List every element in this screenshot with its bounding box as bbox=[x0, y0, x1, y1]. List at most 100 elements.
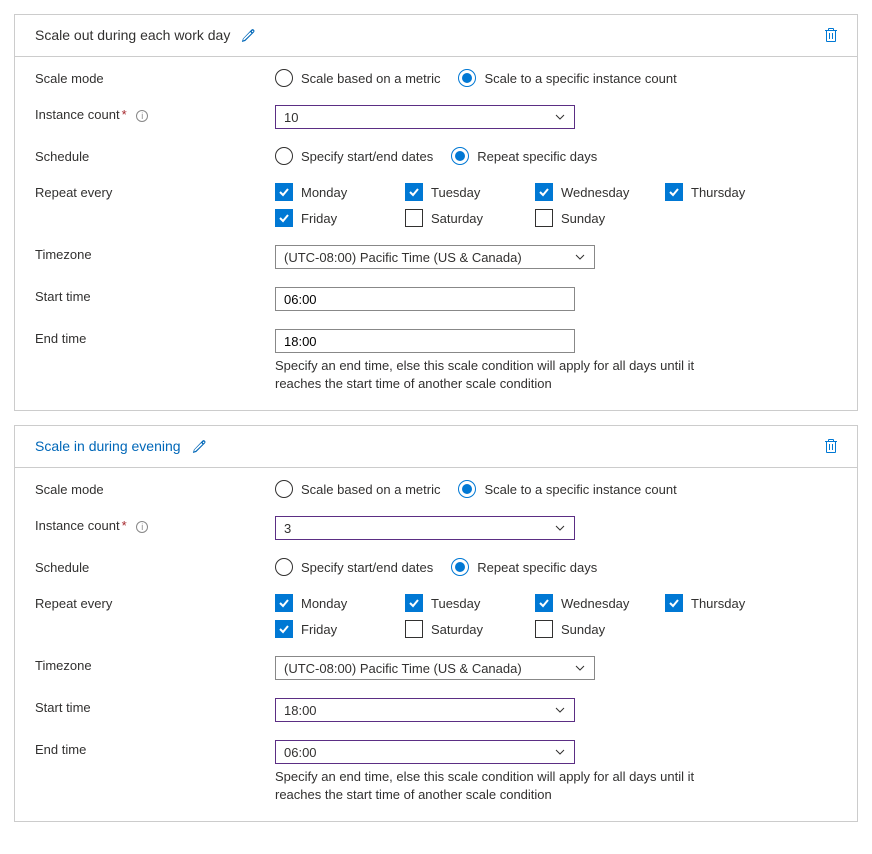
radio-icon bbox=[275, 147, 293, 165]
card-body: Scale mode Scale based on a metric Scale… bbox=[15, 57, 857, 410]
radio-icon bbox=[451, 147, 469, 165]
repeat-every-label: Repeat every bbox=[35, 594, 275, 611]
scale-mode-fixed-radio[interactable]: Scale to a specific instance count bbox=[458, 69, 676, 87]
day-friday-checkbox[interactable]: Friday bbox=[275, 209, 405, 227]
chevron-down-icon bbox=[554, 704, 566, 716]
checkbox-icon bbox=[405, 594, 423, 612]
timezone-label: Timezone bbox=[35, 656, 275, 673]
checkbox-icon bbox=[275, 594, 293, 612]
info-icon[interactable]: i bbox=[136, 521, 148, 533]
select-value: 06:00 bbox=[284, 745, 317, 760]
check-label: Thursday bbox=[691, 185, 745, 200]
select-value: 10 bbox=[284, 110, 298, 125]
scale-condition-card: Scale out during each work day Scale mod… bbox=[14, 14, 858, 411]
check-label: Sunday bbox=[561, 211, 605, 226]
day-thursday-checkbox[interactable]: Thursday bbox=[665, 594, 795, 612]
schedule-dates-radio[interactable]: Specify start/end dates bbox=[275, 558, 433, 576]
instance-count-label: Instance count* i bbox=[35, 105, 275, 122]
radio-icon bbox=[275, 558, 293, 576]
edit-title-icon[interactable] bbox=[238, 26, 257, 45]
scale-mode-label: Scale mode bbox=[35, 480, 275, 497]
day-wednesday-checkbox[interactable]: Wednesday bbox=[535, 183, 665, 201]
days-grid: Monday Tuesday Wednesday Thursday Friday… bbox=[275, 183, 837, 227]
schedule-repeat-radio[interactable]: Repeat specific days bbox=[451, 558, 597, 576]
chevron-down-icon bbox=[574, 662, 586, 674]
delete-icon[interactable] bbox=[821, 25, 841, 45]
check-label: Wednesday bbox=[561, 596, 629, 611]
start-time-input[interactable] bbox=[275, 287, 575, 311]
radio-label: Specify start/end dates bbox=[301, 149, 433, 164]
day-wednesday-checkbox[interactable]: Wednesday bbox=[535, 594, 665, 612]
day-thursday-checkbox[interactable]: Thursday bbox=[665, 183, 795, 201]
day-friday-checkbox[interactable]: Friday bbox=[275, 620, 405, 638]
check-label: Saturday bbox=[431, 622, 483, 637]
day-tuesday-checkbox[interactable]: Tuesday bbox=[405, 594, 535, 612]
check-label: Friday bbox=[301, 211, 337, 226]
required-star: * bbox=[122, 107, 127, 122]
delete-icon[interactable] bbox=[821, 436, 841, 456]
day-saturday-checkbox[interactable]: Saturday bbox=[405, 620, 535, 638]
start-time-label: Start time bbox=[35, 698, 275, 715]
instance-count-select[interactable]: 10 bbox=[275, 105, 575, 129]
schedule-repeat-radio[interactable]: Repeat specific days bbox=[451, 147, 597, 165]
radio-label: Specify start/end dates bbox=[301, 560, 433, 575]
chevron-down-icon bbox=[554, 746, 566, 758]
end-time-label: End time bbox=[35, 329, 275, 346]
radio-label: Repeat specific days bbox=[477, 560, 597, 575]
checkbox-icon bbox=[275, 209, 293, 227]
radio-label: Repeat specific days bbox=[477, 149, 597, 164]
day-monday-checkbox[interactable]: Monday bbox=[275, 594, 405, 612]
chevron-down-icon bbox=[574, 251, 586, 263]
check-label: Thursday bbox=[691, 596, 745, 611]
label-text: Instance count bbox=[35, 107, 120, 122]
card-header: Scale in during evening bbox=[15, 426, 857, 468]
radio-label: Scale based on a metric bbox=[301, 71, 440, 86]
radio-icon bbox=[451, 558, 469, 576]
check-label: Saturday bbox=[431, 211, 483, 226]
radio-icon bbox=[275, 69, 293, 87]
end-time-input[interactable] bbox=[275, 329, 575, 353]
checkbox-icon bbox=[535, 594, 553, 612]
label-text: Instance count bbox=[35, 518, 120, 533]
select-value: 3 bbox=[284, 521, 291, 536]
end-time-select[interactable]: 06:00 bbox=[275, 740, 575, 764]
checkbox-icon bbox=[535, 209, 553, 227]
scale-mode-metric-radio[interactable]: Scale based on a metric bbox=[275, 69, 440, 87]
schedule-radio-group: Specify start/end dates Repeat specific … bbox=[275, 558, 837, 576]
checkbox-icon bbox=[535, 620, 553, 638]
day-saturday-checkbox[interactable]: Saturday bbox=[405, 209, 535, 227]
card-body: Scale mode Scale based on a metric Scale… bbox=[15, 468, 857, 821]
schedule-dates-radio[interactable]: Specify start/end dates bbox=[275, 147, 433, 165]
chevron-down-icon bbox=[554, 111, 566, 123]
info-icon[interactable]: i bbox=[136, 110, 148, 122]
timezone-select[interactable]: (UTC-08:00) Pacific Time (US & Canada) bbox=[275, 245, 595, 269]
edit-title-icon[interactable] bbox=[189, 437, 208, 456]
scale-mode-metric-radio[interactable]: Scale based on a metric bbox=[275, 480, 440, 498]
check-label: Tuesday bbox=[431, 185, 480, 200]
timezone-select[interactable]: (UTC-08:00) Pacific Time (US & Canada) bbox=[275, 656, 595, 680]
checkbox-icon bbox=[535, 183, 553, 201]
day-tuesday-checkbox[interactable]: Tuesday bbox=[405, 183, 535, 201]
select-value: (UTC-08:00) Pacific Time (US & Canada) bbox=[284, 250, 522, 265]
card-header: Scale out during each work day bbox=[15, 15, 857, 57]
radio-label: Scale to a specific instance count bbox=[484, 482, 676, 497]
checkbox-icon bbox=[405, 209, 423, 227]
schedule-radio-group: Specify start/end dates Repeat specific … bbox=[275, 147, 837, 165]
day-sunday-checkbox[interactable]: Sunday bbox=[535, 209, 665, 227]
instance-count-select[interactable]: 3 bbox=[275, 516, 575, 540]
checkbox-icon bbox=[665, 183, 683, 201]
check-label: Wednesday bbox=[561, 185, 629, 200]
checkbox-icon bbox=[275, 183, 293, 201]
checkbox-icon bbox=[405, 183, 423, 201]
start-time-select[interactable]: 18:00 bbox=[275, 698, 575, 722]
chevron-down-icon bbox=[554, 522, 566, 534]
scale-mode-fixed-radio[interactable]: Scale to a specific instance count bbox=[458, 480, 676, 498]
radio-label: Scale to a specific instance count bbox=[484, 71, 676, 86]
timezone-label: Timezone bbox=[35, 245, 275, 262]
schedule-label: Schedule bbox=[35, 558, 275, 575]
check-label: Friday bbox=[301, 622, 337, 637]
scale-condition-card: Scale in during evening Scale mode Scale… bbox=[14, 425, 858, 822]
day-sunday-checkbox[interactable]: Sunday bbox=[535, 620, 665, 638]
day-monday-checkbox[interactable]: Monday bbox=[275, 183, 405, 201]
repeat-every-label: Repeat every bbox=[35, 183, 275, 200]
